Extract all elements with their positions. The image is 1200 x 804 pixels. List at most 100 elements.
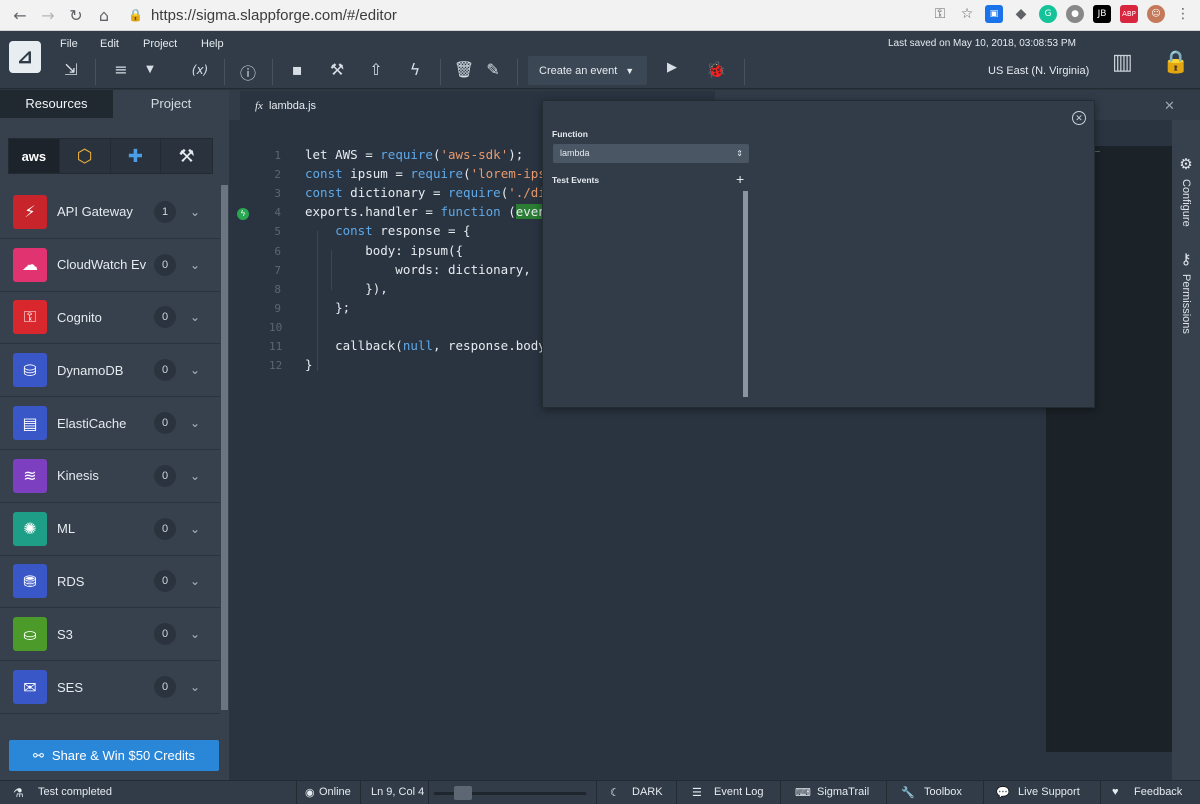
menu-edit[interactable]: Edit <box>100 38 119 50</box>
create-event-popup: ✕ Function lambda ⇕ Test Events + <box>542 100 1095 408</box>
list-dropdown-icon[interactable]: ▼ <box>138 64 162 75</box>
resource-item-ml[interactable]: ✺ ML 0 ⌄ <box>0 503 220 556</box>
stats-icon[interactable]: ▥ <box>1112 49 1133 75</box>
resource-count-badge: 0 <box>154 623 176 646</box>
reload-icon[interactable]: ↻ <box>62 6 90 25</box>
chevron-down-icon[interactable]: ⌄ <box>190 627 200 641</box>
line-number: 11 <box>269 340 283 353</box>
menu-file[interactable]: File <box>60 38 78 50</box>
elasticache-icon: ▤ <box>13 406 47 441</box>
home-icon[interactable]: ⌂ <box>90 6 118 25</box>
tools-provider-tab[interactable]: ⚒ <box>161 139 212 173</box>
add-list-icon[interactable]: ≡ <box>109 60 133 79</box>
chevron-down-icon[interactable]: ⌄ <box>190 310 200 324</box>
lambda-icon[interactable]: ϟ <box>403 60 427 79</box>
function-select[interactable]: lambda ⇕ <box>553 144 749 163</box>
gcp-provider-tab[interactable]: ⬡ <box>60 139 111 173</box>
resource-item-cloudwatch[interactable]: ☁ CloudWatch Ev 0 ⌄ <box>0 239 220 292</box>
add-test-event-icon[interactable]: + <box>736 171 744 187</box>
info-icon[interactable]: ⓘ <box>236 60 260 84</box>
resource-item-elasticache[interactable]: ▤ ElastiCache 0 ⌄ <box>0 397 220 450</box>
resource-item-dynamodb[interactable]: ⛁ DynamoDB 0 ⌄ <box>0 344 220 398</box>
address-bar[interactable]: 🔒 https://sigma.slappforge.com/#/editor <box>128 7 397 24</box>
deploy-icon[interactable]: ⇧ <box>364 60 388 79</box>
tab-resources[interactable]: Resources <box>0 90 113 118</box>
jetbrains-icon[interactable]: JB <box>1093 5 1111 23</box>
star-icon[interactable]: ☆ <box>958 5 976 23</box>
ses-icon: ✉ <box>13 670 47 705</box>
chevron-down-icon[interactable]: ⌄ <box>190 680 200 694</box>
import-icon[interactable]: ⇲ <box>59 60 83 79</box>
edit-icon[interactable]: ✎ <box>481 60 505 79</box>
configure-tab[interactable]: ⚙ Configure <box>1172 155 1200 227</box>
zoom-slider-handle[interactable] <box>454 786 472 800</box>
sidebar-scrollbar[interactable] <box>221 185 228 710</box>
adblock-icon[interactable]: ABP <box>1120 5 1138 23</box>
tools-icon: ⚒ <box>178 145 195 166</box>
resource-list: ⚡ API Gateway 1 ⌄ ☁ CloudWatch Ev 0 ⌄ ⚿ Cognito 0 ⌄… <box>0 186 220 714</box>
chevron-down-icon[interactable]: ⌄ <box>190 258 200 272</box>
chevron-down-icon[interactable]: ⌄ <box>190 363 200 377</box>
build-icon[interactable]: ⚒ <box>325 60 349 79</box>
create-event-dropdown[interactable]: Create an event ▼ <box>528 56 647 85</box>
resource-item-api-gateway[interactable]: ⚡ API Gateway 1 ⌄ <box>0 186 220 239</box>
sigma-logo-icon[interactable]: ⊿ <box>9 41 41 73</box>
menu-help[interactable]: Help <box>201 38 224 50</box>
resource-item-s3[interactable]: ⛀ S3 0 ⌄ <box>0 608 220 662</box>
chevron-down-icon[interactable]: ⌄ <box>190 522 200 536</box>
lambda-trigger-icon[interactable]: ϟ <box>237 208 249 220</box>
code-token: dictionary = <box>342 185 448 201</box>
forward-icon[interactable]: → <box>34 6 62 25</box>
test-events-scrollbar[interactable] <box>743 191 748 397</box>
region-selector[interactable]: US East (N. Virginia) <box>988 65 1089 77</box>
resource-item-kinesis[interactable]: ≋ Kinesis 0 ⌄ <box>0 450 220 503</box>
key-icon[interactable]: ⚿ <box>931 5 949 23</box>
resource-item-ses[interactable]: ✉ SES 0 ⌄ <box>0 661 220 714</box>
debug-icon[interactable]: 🐞 <box>704 60 728 79</box>
status-divider <box>676 781 677 804</box>
close-panel-icon[interactable]: ✕ <box>1164 98 1175 114</box>
theme-toggle[interactable]: DARK <box>632 786 663 798</box>
gear-icon: ⚙ <box>1179 155 1193 173</box>
sigmatrail-button[interactable]: SigmaTrail <box>817 786 869 798</box>
code-line: let AWS = require('aws-sdk'); <box>305 147 523 162</box>
profile-avatar-icon[interactable]: ☺ <box>1147 5 1165 23</box>
chevron-down-icon[interactable]: ⌄ <box>190 469 200 483</box>
toolbox-button[interactable]: Toolbox <box>924 786 962 798</box>
puzzle-provider-tab[interactable]: ✚ <box>111 139 162 173</box>
code-token: 'lorem-ips <box>470 166 546 182</box>
delete-icon[interactable]: 🗑 <box>452 60 476 79</box>
back-icon[interactable]: ← <box>6 6 34 25</box>
account-lock-icon[interactable]: 🔒 <box>1162 49 1189 75</box>
ext-gray-icon[interactable]: ● <box>1066 5 1084 23</box>
grammarly-icon[interactable]: G <box>1039 5 1057 23</box>
code-token: const <box>335 223 373 239</box>
variables-icon[interactable]: (x) <box>188 63 212 77</box>
resource-count-badge: 0 <box>154 676 176 699</box>
resource-item-rds[interactable]: ⛃ RDS 0 ⌄ <box>0 556 220 609</box>
chevron-down-icon[interactable]: ⌄ <box>190 574 200 588</box>
editor-footer <box>229 752 1046 780</box>
resource-item-cognito[interactable]: ⚿ Cognito 0 ⌄ <box>0 292 220 345</box>
permissions-tab[interactable]: ⚷ Permissions <box>1172 250 1200 334</box>
menu-project[interactable]: Project <box>143 38 177 50</box>
save-icon[interactable]: ▪ <box>285 60 309 79</box>
toolbar-divider <box>517 59 518 85</box>
more-menu-icon[interactable]: ⋮ <box>1174 5 1192 23</box>
tab-project[interactable]: Project <box>113 90 229 118</box>
line-number: 5 <box>274 225 281 239</box>
chevron-down-icon[interactable]: ⌄ <box>190 416 200 430</box>
share-win-button[interactable]: ⚯ Share & Win $50 Credits <box>9 740 219 771</box>
run-icon[interactable]: ▶ <box>660 60 684 75</box>
feedback-button[interactable]: Feedback <box>1134 786 1182 798</box>
line-number: 2 <box>274 168 281 182</box>
ext-puzzle-icon[interactable]: ◆ <box>1012 5 1030 23</box>
ext-blue-icon[interactable]: ▣ <box>985 5 1003 23</box>
code-token: }), <box>305 280 388 296</box>
event-log-button[interactable]: Event Log <box>714 786 764 798</box>
aws-provider-tab[interactable]: aws <box>9 139 60 173</box>
resource-label: ML <box>57 521 76 537</box>
chevron-down-icon[interactable]: ⌄ <box>190 205 200 219</box>
close-icon[interactable]: ✕ <box>1072 111 1086 125</box>
live-support-button[interactable]: Live Support <box>1018 786 1080 798</box>
